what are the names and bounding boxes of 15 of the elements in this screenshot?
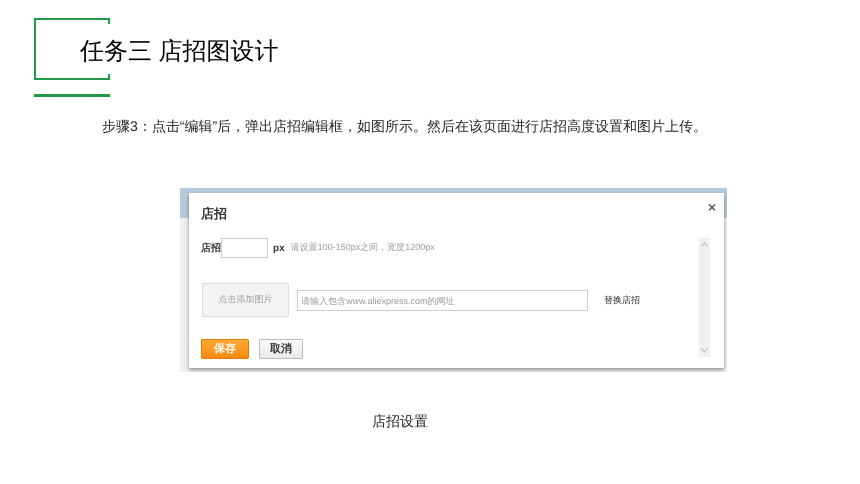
scroll-down-icon[interactable] [701,348,708,353]
cancel-button[interactable]: 取消 [259,339,303,359]
figure-caption: 店招设置 [372,412,428,431]
scrollbar[interactable] [699,238,710,357]
height-label: 店招 [201,241,221,256]
unit-label: px [273,242,285,256]
dialog-title: 店招 [201,205,227,223]
slide-title: 任务三 店招图设计 [80,37,279,67]
height-hint: 请设置100-150px之间，宽度1200px [290,241,435,254]
scroll-up-icon[interactable] [701,242,708,247]
height-input[interactable] [221,238,268,258]
instruction-text: 步骤3：点击“编辑”后，弹出店招编辑框，如图所示。然后在该页面进行店招高度设置和图片上传。 [102,117,708,136]
close-icon[interactable]: × [708,197,716,218]
replace-link[interactable]: 替换店招 [604,294,640,308]
url-field[interactable]: 请输入包含www.aliexpress.com的网址 [297,290,588,311]
